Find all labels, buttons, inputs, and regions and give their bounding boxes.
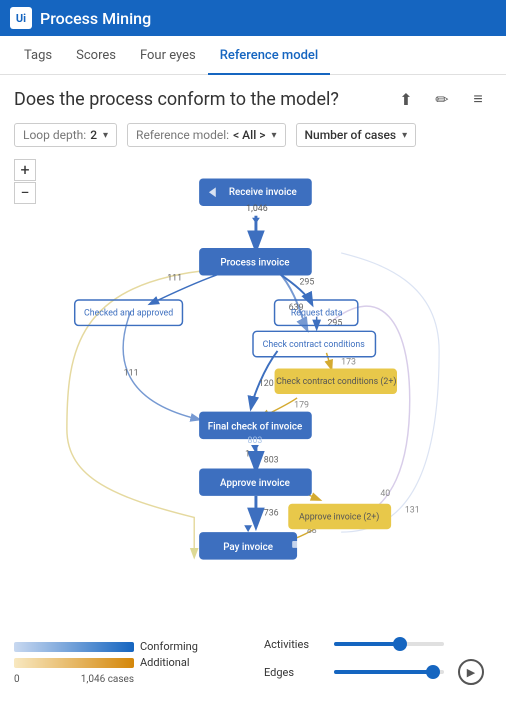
legend-max: 1,046 cases [81,674,134,685]
svg-text:Receive invoice: Receive invoice [229,187,297,198]
activities-label: Activities [264,638,324,651]
svg-text:295: 295 [327,318,342,328]
svg-text:803: 803 [248,436,263,446]
menu-icon[interactable]: ≡ [464,85,492,113]
chevron-down-icon: ▾ [402,130,407,141]
svg-text:736: 736 [264,508,279,518]
process-diagram: 111 295 639 295 173 120 179 111 803 1 87 [10,155,496,635]
app-header: Ui Process Mining [0,0,506,36]
play-button[interactable]: ▶ [458,659,484,685]
legend-min: 0 [14,674,20,685]
loop-depth-dropdown[interactable]: Loop depth: 2 ▾ [14,123,117,147]
activities-slider-row: Activities [264,637,484,651]
tab-four-eyes[interactable]: Four eyes [128,36,208,75]
svg-text:803: 803 [264,456,279,466]
svg-text:Approve invoice (2+): Approve invoice (2+) [299,511,379,522]
edges-slider[interactable] [334,665,444,679]
bottom-section: Conforming Additional 0 1,046 cases Acti… [0,635,506,693]
legend-conforming: Conforming [14,640,264,653]
zoom-in-button[interactable]: + [14,159,36,181]
edges-label: Edges [264,666,324,679]
app-title: Process Mining [40,9,151,28]
svg-text:Check contract conditions: Check contract conditions [263,340,366,350]
tab-bar: Tags Scores Four eyes Reference model [0,36,506,75]
chevron-down-icon: ▾ [103,130,108,141]
zoom-out-button[interactable]: − [14,182,36,204]
chevron-down-icon: ▾ [271,130,276,141]
tab-scores[interactable]: Scores [64,36,128,75]
upload-icon[interactable]: ⬆ [392,85,420,113]
conforming-label: Conforming [140,640,198,653]
reference-model-dropdown[interactable]: Reference model: < All > ▾ [127,123,285,147]
svg-text:Process invoice: Process invoice [220,258,289,269]
zoom-controls: + − [14,159,36,204]
page-title: Does the process conform to the model? [14,89,384,110]
app-logo: Ui [10,7,32,29]
svg-text:1,046: 1,046 [246,204,268,214]
activities-slider[interactable] [334,637,444,651]
diagram-area: + − 111 295 [10,155,496,635]
tab-reference-model[interactable]: Reference model [208,36,331,75]
svg-text:179: 179 [294,401,309,411]
svg-text:173: 173 [341,358,356,368]
edit-icon[interactable]: ✏ [428,85,456,113]
svg-text:Final check of invoice: Final check of invoice [208,421,302,432]
page-header: Does the process conform to the model? ⬆… [0,75,506,119]
legend-range: 0 1,046 cases [14,672,134,685]
legend: Conforming Additional 0 1,046 cases [14,640,264,685]
additional-gradient [14,658,134,668]
additional-label: Additional [140,656,190,669]
number-of-cases-dropdown[interactable]: Number of cases ▾ [296,123,417,147]
legend-section: Conforming Additional 0 1,046 cases [14,640,264,685]
svg-text:Check contract conditions (2+): Check contract conditions (2+) [276,376,396,387]
sliders-section: Activities Edges ▶ [264,637,492,685]
svg-text:Request data: Request data [291,309,343,319]
svg-text:295: 295 [299,277,314,287]
svg-text:Pay invoice: Pay invoice [223,542,273,553]
toolbar: Loop depth: 2 ▾ Reference model: < All >… [0,119,506,155]
svg-text:120: 120 [259,379,274,389]
svg-text:1: 1 [245,450,250,460]
svg-text:40: 40 [380,489,390,499]
svg-text:131: 131 [405,506,420,516]
legend-additional: Additional [14,656,264,669]
svg-text:Checked and approved: Checked and approved [84,309,173,319]
edges-slider-row: Edges ▶ [264,659,484,685]
svg-text:Approve invoice: Approve invoice [220,478,290,489]
conforming-gradient [14,642,134,652]
tab-tags[interactable]: Tags [12,36,64,75]
svg-text:111: 111 [124,368,139,378]
svg-text:111: 111 [167,273,182,283]
